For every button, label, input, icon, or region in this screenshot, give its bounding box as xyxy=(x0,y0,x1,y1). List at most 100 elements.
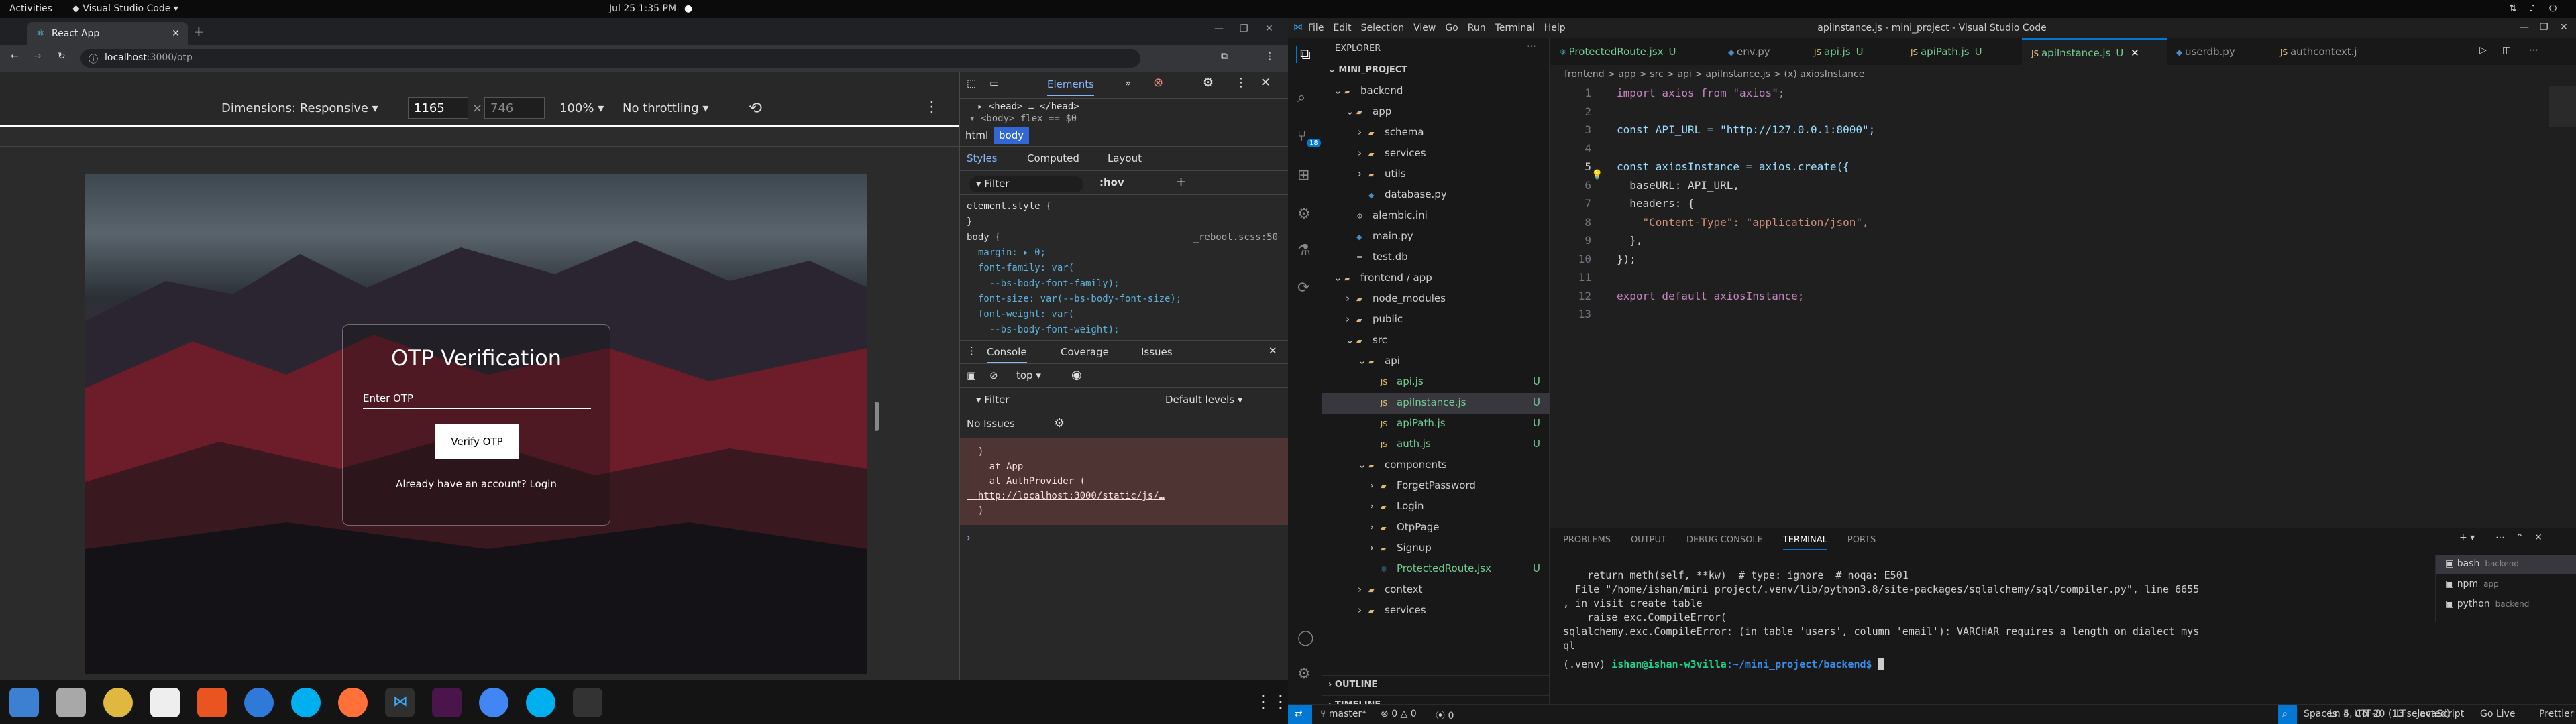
terminal-icon[interactable] xyxy=(573,688,602,717)
console-settings-icon[interactable]: ⚙ xyxy=(1054,416,1065,430)
tab-console[interactable]: Console xyxy=(987,346,1027,363)
tree-folder[interactable]: › ▰ Login xyxy=(1322,497,1550,518)
terminal-instance[interactable]: ▣ npm app xyxy=(2436,575,2576,594)
editor-tab[interactable]: JS api.js U xyxy=(1805,38,1901,65)
maximize-icon[interactable]: ❐ xyxy=(1240,23,1248,34)
tree-folder[interactable]: ⌄ ▰ components xyxy=(1322,455,1550,476)
back-icon[interactable]: ← xyxy=(11,51,19,62)
editor-tab[interactable]: JS apiPath.js U xyxy=(1901,38,2022,65)
minimize-icon[interactable]: — xyxy=(2520,22,2529,33)
console-filter[interactable]: ▾ Filter xyxy=(969,394,1150,410)
tree-file[interactable]: JS apiInstance.js U xyxy=(1322,393,1550,414)
close-tab-icon[interactable]: ✕ xyxy=(172,28,180,39)
tree-folder[interactable]: › ▰ utils xyxy=(1322,164,1550,185)
context-dropdown[interactable]: top ▾ xyxy=(1016,369,1041,381)
terminal-instance[interactable]: ▣ bash backend xyxy=(2436,555,2576,574)
explorer-icon[interactable]: ⧉ xyxy=(1296,46,1311,63)
code-line[interactable]: const axiosInstance = axios.create({ xyxy=(1617,160,1849,173)
forward-icon[interactable]: → xyxy=(34,51,42,62)
panel-tab-ports[interactable]: PORTS xyxy=(1847,535,1876,549)
activities-button[interactable]: Activities xyxy=(9,3,52,14)
clock[interactable]: Jul 25 1:35 PM xyxy=(609,3,676,14)
terminal-output[interactable]: return meth(self, **kw) # type: ignore #… xyxy=(1563,568,2435,653)
new-tab-button[interactable]: + xyxy=(193,23,205,40)
maximize-icon[interactable]: ❐ xyxy=(2540,22,2548,33)
viewport-height-input[interactable] xyxy=(484,97,545,119)
tree-folder[interactable]: ⌄ ▰ api xyxy=(1322,351,1550,372)
rotate-icon[interactable]: ⟲ xyxy=(749,99,762,117)
tree-file[interactable]: JS api.js U xyxy=(1322,372,1550,393)
dom-body-line[interactable]: ▾ <body> flex == $0 xyxy=(969,113,1171,123)
tree-folder[interactable]: › ▰ services xyxy=(1322,143,1550,164)
extensions-icon[interactable]: ⧉ xyxy=(1221,51,1228,62)
app-menu[interactable]: ◆ Visual Studio Code ▾ xyxy=(72,3,178,14)
tree-folder[interactable]: ⌄ ▰ app xyxy=(1322,102,1550,123)
tree-folder[interactable]: › ▰ context xyxy=(1322,580,1550,601)
reload-icon[interactable]: ↻ xyxy=(58,51,66,62)
app-center-icon[interactable] xyxy=(197,688,227,717)
lightbulb-icon[interactable]: 💡 xyxy=(1591,170,1603,180)
style-rule-line[interactable]: font-weight: var( xyxy=(967,307,1282,322)
eye-icon[interactable]: ◉ xyxy=(1071,368,1082,382)
encoding-status[interactable]: UTF-8 xyxy=(2354,709,2381,719)
tree-file[interactable]: ⚙ alembic.ini xyxy=(1322,206,1550,227)
tree-folder[interactable]: › ▰ Signup xyxy=(1322,538,1550,559)
skype-2-icon[interactable] xyxy=(526,688,555,717)
tree-folder[interactable]: ⌄ ▰ frontend / app xyxy=(1322,268,1550,289)
crumb-body[interactable]: body xyxy=(994,127,1030,144)
error-count-icon[interactable]: ⊗ xyxy=(1153,76,1163,90)
style-rule-line[interactable]: margin: ▸ 0; xyxy=(967,245,1282,261)
viewport-resize-handle[interactable] xyxy=(875,402,879,431)
volume-icon[interactable]: ♪ xyxy=(2529,3,2535,14)
tree-folder[interactable]: › ▰ OtpPage xyxy=(1322,518,1550,538)
zoom-search-icon[interactable]: ⌕ xyxy=(2278,705,2297,724)
hov-toggle[interactable]: :hov xyxy=(1099,176,1124,188)
prettier-status[interactable]: Prettier xyxy=(2539,709,2574,719)
ports-status[interactable]: ⦿ 0 xyxy=(1436,709,1454,722)
problems-status[interactable]: ⊗ 0 △ 0 xyxy=(1381,709,1417,719)
tab-layout[interactable]: Layout xyxy=(1108,152,1142,164)
device-options-icon[interactable]: ⋮ xyxy=(924,99,939,115)
code-line[interactable]: const API_URL = "http://127.0.0.1:8000"; xyxy=(1617,123,1875,136)
go-live-button[interactable]: Go Live xyxy=(2480,709,2515,719)
more-tabs-icon[interactable]: » xyxy=(1125,77,1131,89)
writer-icon[interactable] xyxy=(150,688,180,717)
help-icon[interactable] xyxy=(244,688,274,717)
outline-section[interactable]: › OUTLINE xyxy=(1322,675,1550,695)
dom-head-line[interactable]: ▸ <head> … </head> xyxy=(977,101,1079,112)
panel-tab-terminal[interactable]: TERMINAL xyxy=(1782,535,1827,550)
skype-icon[interactable] xyxy=(291,688,321,717)
style-rule-line[interactable]: element.style { xyxy=(967,199,1282,215)
run-icon[interactable]: ▷ xyxy=(2479,45,2487,56)
tree-folder[interactable]: › ▰ services xyxy=(1322,601,1550,621)
device-toggle-icon[interactable]: ▭ xyxy=(989,77,999,89)
remote-indicator[interactable]: ⇄ xyxy=(1288,705,1312,724)
ubuntu-software-icon[interactable] xyxy=(9,688,39,717)
styles-filter[interactable]: ▾ Filter xyxy=(969,176,1083,192)
style-rule-line[interactable]: --bs-body-font-weight); xyxy=(967,322,1282,338)
tree-folder[interactable]: ⌄ ▰ src xyxy=(1322,330,1550,351)
app-grid-icon[interactable]: ⋮⋮ xyxy=(1254,692,1289,712)
extensions-icon[interactable]: ⊞ xyxy=(1297,167,1309,184)
source-control-icon[interactable]: ⑂ xyxy=(1297,128,1306,145)
eol-status[interactable]: LF xyxy=(2396,709,2407,719)
files-icon[interactable] xyxy=(56,688,86,717)
tab-coverage[interactable]: Coverage xyxy=(1061,346,1109,358)
branch-status[interactable]: ⑂ master* xyxy=(1320,709,1366,719)
code-line[interactable]: baseURL: API_URL, xyxy=(1617,179,1739,192)
indentation-status[interactable]: Spaces: 4 xyxy=(2304,709,2349,719)
style-rule-line[interactable]: font-size: var(--bs-body-font-size); xyxy=(967,292,1282,307)
chrome-dock-icon[interactable] xyxy=(479,688,508,717)
terminal-prompt[interactable]: (.venv) ishan@ishan-w3villa:~/mini_proje… xyxy=(1563,658,1884,670)
rhythmbox-icon[interactable] xyxy=(103,688,133,717)
new-rule-icon[interactable]: + xyxy=(1176,175,1186,189)
tree-folder[interactable]: ⌄ ▰ backend xyxy=(1322,81,1550,102)
close-panel-icon[interactable]: ✕ xyxy=(2534,532,2542,543)
maximize-panel-icon[interactable]: ⌃ xyxy=(2516,532,2524,543)
editor-tab[interactable]: ⚛ ProtectedRoute.jsx U xyxy=(1550,38,1719,65)
remote-icon[interactable]: ⚙ xyxy=(1297,206,1311,223)
project-root[interactable]: ⌄ MINI_PROJECT xyxy=(1328,65,1407,75)
panel-tab-debug-console[interactable]: DEBUG CONSOLE xyxy=(1686,535,1763,549)
style-rule-line[interactable]: --bs-body-font-family); xyxy=(967,276,1282,292)
tree-folder[interactable]: › ▰ schema xyxy=(1322,123,1550,143)
